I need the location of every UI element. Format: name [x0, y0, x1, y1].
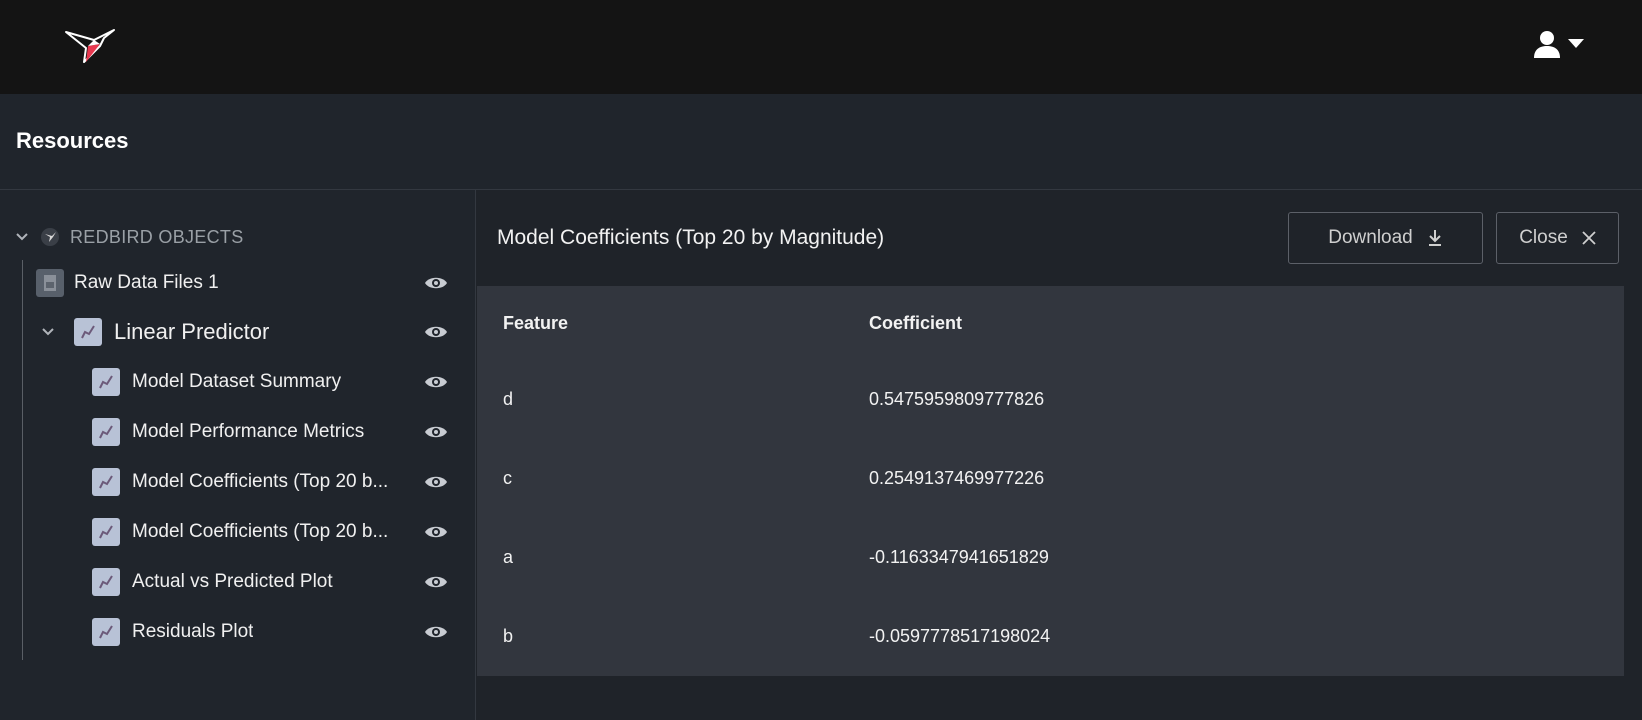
- coefficients-table: Feature Coefficient d 0.5475959809777826…: [477, 286, 1624, 676]
- coefficients-table-container: Feature Coefficient d 0.5475959809777826…: [477, 286, 1624, 676]
- coefficient-cell: -0.1163347941651829: [869, 547, 1049, 567]
- coefficient-cell: 0.2549137469977226: [869, 468, 1045, 488]
- chart-file-icon: [92, 568, 120, 596]
- tree-root-label: REDBIRD OBJECTS: [70, 226, 244, 247]
- table-row: a -0.1163347941651829: [477, 518, 1624, 597]
- table-row: d 0.5475959809777826: [477, 360, 1624, 439]
- tree-item-label: Model Coefficients (Top 20 b...: [132, 471, 389, 492]
- feature-cell: c: [503, 468, 512, 488]
- coefficient-cell: -0.0597778517198024: [869, 626, 1051, 646]
- download-icon: [1428, 230, 1441, 246]
- hummingbird-logo-icon[interactable]: [64, 24, 120, 66]
- feature-cell: d: [503, 389, 514, 409]
- eye-icon[interactable]: [424, 422, 448, 442]
- tree-root-redbird-objects[interactable]: REDBIRD OBJECTS: [14, 222, 244, 252]
- tree-item-model-coefficients-2[interactable]: Model Coefficients (Top 20 b...: [92, 512, 448, 552]
- resource-tree-sidebar: REDBIRD OBJECTS Raw Data Files 1 Linear …: [0, 190, 476, 720]
- close-icon: [1582, 231, 1596, 245]
- feature-cell: a: [503, 547, 514, 567]
- tree-item-raw-data-files[interactable]: Raw Data Files 1: [36, 263, 448, 303]
- eye-icon[interactable]: [424, 372, 448, 392]
- user-icon: [1534, 31, 1560, 58]
- chart-file-icon: [92, 468, 120, 496]
- tree-item-residuals-plot[interactable]: Residuals Plot: [92, 612, 448, 652]
- resources-header: Resources: [0, 94, 1642, 190]
- eye-icon[interactable]: [424, 622, 448, 642]
- chevron-down-icon[interactable]: [40, 324, 56, 340]
- tree-item-linear-predictor[interactable]: Linear Predictor: [36, 312, 448, 352]
- tree-item-model-coefficients-1[interactable]: Model Coefficients (Top 20 b...: [92, 462, 448, 502]
- panel-header: Model Coefficients (Top 20 by Magnitude)…: [477, 190, 1642, 286]
- close-button-label: Close: [1519, 227, 1568, 248]
- tree-item-model-performance-metrics[interactable]: Model Performance Metrics: [92, 412, 448, 452]
- eye-icon[interactable]: [424, 522, 448, 542]
- eye-icon[interactable]: [424, 572, 448, 592]
- eye-icon[interactable]: [424, 322, 448, 342]
- top-nav-bar: [0, 0, 1642, 94]
- tree-item-label: Linear Predictor: [114, 319, 270, 344]
- tree-item-label: Model Dataset Summary: [132, 371, 342, 392]
- tree-guide-line: [22, 260, 23, 660]
- table-row: c 0.2549137469977226: [477, 439, 1624, 518]
- user-menu-button[interactable]: [1532, 28, 1588, 60]
- tree-item-actual-vs-predicted[interactable]: Actual vs Predicted Plot: [92, 562, 448, 602]
- chart-file-icon: [92, 368, 120, 396]
- column-header-coefficient: Coefficient: [869, 312, 963, 333]
- chart-file-icon: [74, 318, 102, 346]
- table-header-row: Feature Coefficient: [477, 286, 1624, 360]
- chart-file-icon: [92, 518, 120, 546]
- coefficient-cell: 0.5475959809777826: [869, 389, 1045, 409]
- chart-file-icon: [92, 418, 120, 446]
- tree-item-model-dataset-summary[interactable]: Model Dataset Summary: [92, 362, 448, 402]
- eye-icon[interactable]: [424, 472, 448, 492]
- tree-item-label: Residuals Plot: [132, 621, 254, 642]
- chart-file-icon: [92, 618, 120, 646]
- tree-item-label: Model Coefficients (Top 20 b...: [132, 521, 389, 542]
- download-button[interactable]: Download: [1288, 212, 1483, 264]
- chevron-down-icon[interactable]: [14, 229, 30, 245]
- download-button-label: Download: [1328, 227, 1413, 248]
- column-header-feature: Feature: [503, 312, 569, 333]
- redbird-icon: [41, 228, 59, 246]
- feature-cell: b: [503, 626, 514, 646]
- close-button[interactable]: Close: [1496, 212, 1619, 264]
- tree-item-label: Raw Data Files 1: [74, 272, 219, 293]
- page-title: Resources: [16, 128, 129, 153]
- table-row: b -0.0597778517198024: [477, 597, 1624, 676]
- eye-icon[interactable]: [424, 273, 448, 293]
- caret-down-icon: [1568, 39, 1584, 48]
- panel-title: Model Coefficients (Top 20 by Magnitude): [497, 226, 885, 249]
- tree-item-label: Actual vs Predicted Plot: [132, 571, 333, 592]
- tree-item-label: Model Performance Metrics: [132, 421, 365, 442]
- file-icon: [36, 269, 64, 297]
